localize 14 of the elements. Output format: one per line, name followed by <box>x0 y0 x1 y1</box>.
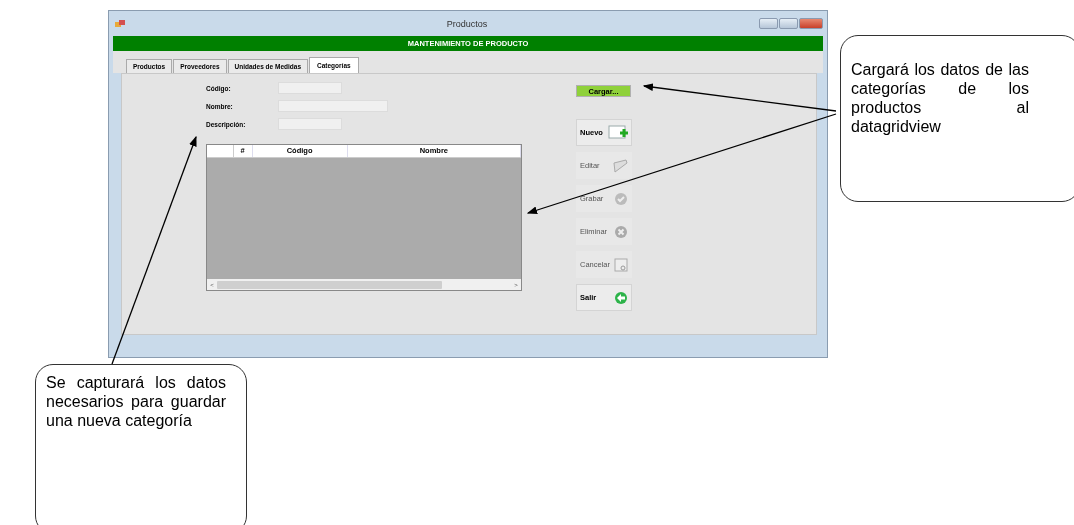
callout-box: Cargará los datos de las categorías de los productos al datagridview <box>840 35 1074 202</box>
close-button[interactable] <box>799 18 823 29</box>
back-arrow-icon <box>614 290 628 305</box>
pencil-icon <box>612 158 628 173</box>
callout-box: Se capturará los datos necesarios para guardar una nueva categoría <box>35 364 247 525</box>
check-icon <box>614 191 628 206</box>
new-document-icon <box>608 124 628 141</box>
window-title: Productos <box>445 18 489 29</box>
scrollbar-thumb[interactable] <box>217 280 442 289</box>
minimize-button[interactable] <box>759 18 778 29</box>
delete-icon <box>614 224 628 239</box>
app-icon <box>115 19 125 28</box>
maximize-button[interactable] <box>779 18 798 29</box>
document-icon <box>614 257 628 272</box>
